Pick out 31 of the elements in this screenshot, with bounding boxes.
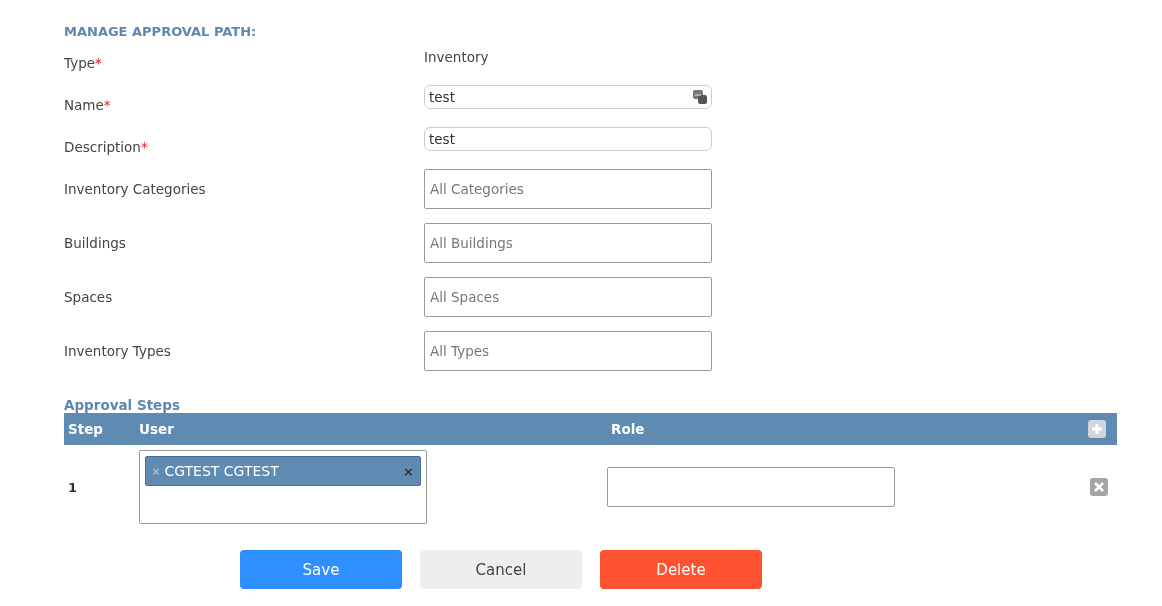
keyboard-icon[interactable] [693,90,707,104]
field-label: Inventory Types [64,342,172,359]
remove-tag-icon[interactable]: × [152,465,161,477]
type-value: Inventory [424,49,490,65]
field-label: Inventory Categories [64,180,207,197]
step-number: 1 [68,479,78,495]
column-header: Role [607,413,1077,445]
field-label: Spaces [64,288,114,305]
role-field[interactable] [607,467,895,507]
select-field[interactable]: All Spaces [424,277,712,317]
page-title: MANAGE APPROVAL PATH: [64,24,258,39]
section-title: Approval Steps [64,397,181,413]
close-icon[interactable]: × [403,463,414,479]
select-field[interactable]: All Types [424,331,712,371]
user-name: CGTEST CGTEST [164,463,279,479]
select-field[interactable]: All Categories [424,169,712,209]
remove-icon[interactable] [1090,478,1108,496]
user-field[interactable]: × CGTEST CGTEST × [139,450,427,524]
field-label: Description* [64,138,149,155]
text-field[interactable]: test [424,127,712,151]
field-label: Buildings [64,234,127,251]
field-label: Type* [64,54,103,71]
column-header: User [135,413,607,445]
field-label: Name* [64,96,112,113]
select-field[interactable]: All Buildings [424,223,712,263]
column-header: Step [64,413,135,445]
secondary-button[interactable]: Cancel [420,550,582,589]
add-icon[interactable] [1088,420,1106,438]
primary-button[interactable]: Save [240,550,402,589]
danger-button[interactable]: Delete [600,550,762,589]
text-field[interactable]: test [424,85,712,109]
